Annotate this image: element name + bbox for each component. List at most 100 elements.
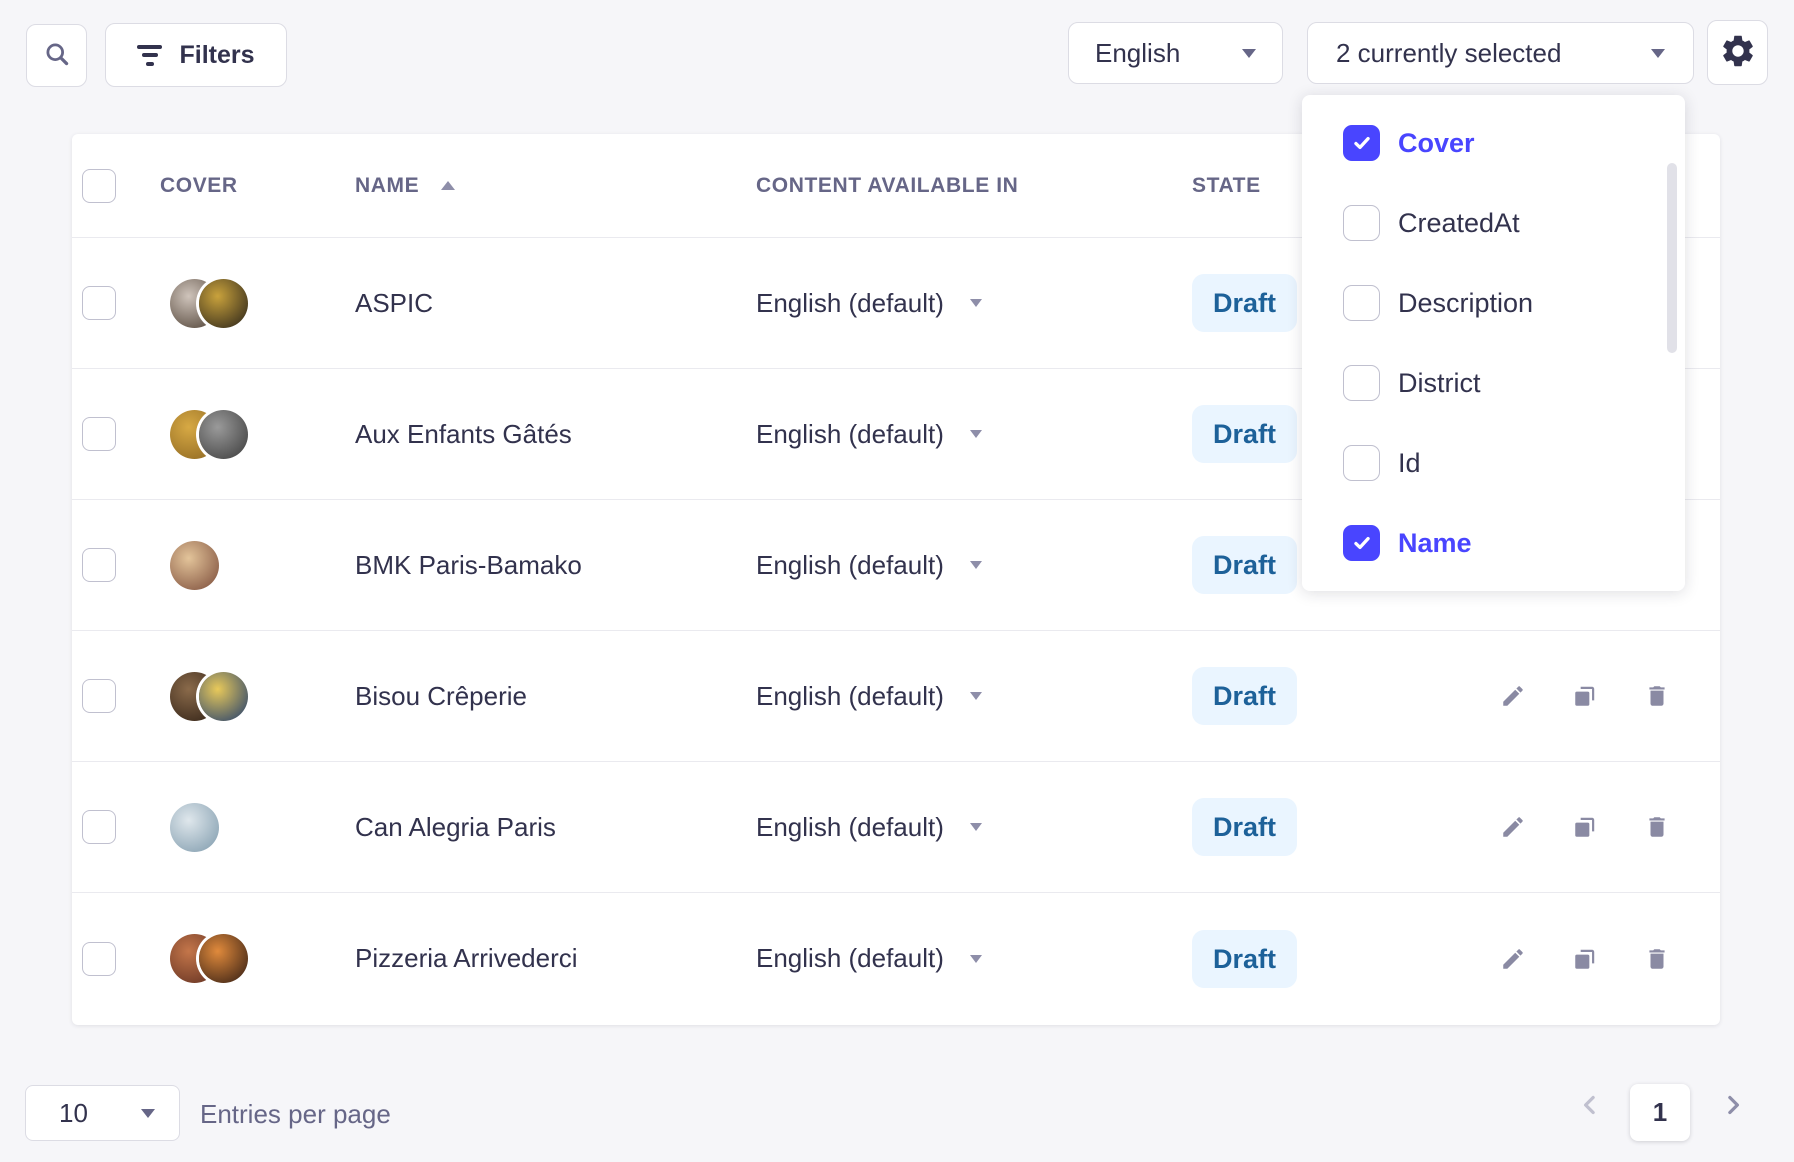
row-name: BMK Paris-Bamako [355, 550, 756, 581]
locale-dropdown[interactable]: English (default) [756, 812, 1192, 843]
duplicate-button[interactable] [1572, 946, 1598, 972]
header-cover: COVER [160, 174, 355, 198]
locale-dropdown[interactable]: English (default) [756, 943, 1192, 974]
column-option-description[interactable]: Description [1302, 263, 1685, 343]
page-size-value: 10 [59, 1098, 88, 1129]
chevron-down-icon [970, 823, 982, 831]
select-all-checkbox[interactable] [82, 169, 116, 203]
locale-value: English (default) [756, 943, 944, 974]
popover-scrollbar[interactable] [1667, 163, 1677, 353]
column-visibility-popover: Cover CreatedAt Description District Id … [1302, 95, 1685, 591]
locale-dropdown[interactable]: English (default) [756, 288, 1192, 319]
chevron-down-icon [1242, 49, 1256, 58]
row-checkbox[interactable] [82, 810, 116, 844]
previous-page-button[interactable] [1575, 1090, 1605, 1120]
row-checkbox[interactable] [82, 679, 116, 713]
row-checkbox[interactable] [82, 942, 116, 976]
cover-avatar [170, 541, 219, 590]
chevron-down-icon [970, 430, 982, 438]
gear-icon [1719, 32, 1757, 73]
column-visibility-select[interactable]: 2 currently selected [1307, 22, 1694, 84]
page-1-button[interactable]: 1 [1630, 1084, 1690, 1141]
locale-dropdown[interactable]: English (default) [756, 550, 1192, 581]
content-manager-list-view: Filters English 2 currently selected COV… [0, 0, 1794, 1162]
column-option-createdat[interactable]: CreatedAt [1302, 183, 1685, 263]
chevron-right-icon [1718, 1090, 1748, 1120]
edit-button[interactable] [1500, 814, 1526, 840]
column-option-name[interactable]: Name [1302, 503, 1685, 583]
checkbox-icon [1343, 205, 1380, 241]
column-option-label: District [1398, 368, 1481, 399]
checkbox-checked-icon [1343, 525, 1380, 561]
status-badge: Draft [1192, 930, 1297, 988]
cover-avatar [199, 672, 248, 721]
locale-value: English (default) [756, 419, 944, 450]
locale-dropdown[interactable]: English (default) [756, 681, 1192, 712]
cover-avatars [170, 541, 219, 590]
locale-select[interactable]: English [1068, 22, 1283, 84]
column-option-label: Id [1398, 448, 1421, 479]
edit-button[interactable] [1500, 946, 1526, 972]
cover-avatar [199, 279, 248, 328]
locale-dropdown[interactable]: English (default) [756, 419, 1192, 450]
chevron-down-icon [141, 1109, 155, 1118]
chevron-down-icon [970, 299, 982, 307]
entries-per-page-label: Entries per page [200, 1099, 391, 1130]
filters-button-label: Filters [179, 41, 254, 70]
search-button[interactable] [26, 24, 87, 87]
checkbox-icon [1343, 445, 1380, 481]
status-badge: Draft [1192, 274, 1297, 332]
status-badge: Draft [1192, 667, 1297, 725]
column-option-label: Description [1398, 288, 1533, 319]
chevron-down-icon [970, 561, 982, 569]
row-name: Aux Enfants Gâtés [355, 419, 756, 450]
column-option-label: Name [1398, 528, 1472, 559]
row-checkbox[interactable] [82, 286, 116, 320]
cover-avatars [170, 934, 248, 983]
table-row: Bisou Crêperie English (default) Draft [72, 631, 1720, 762]
search-icon [43, 40, 71, 71]
settings-button[interactable] [1707, 20, 1768, 85]
cover-avatar [199, 410, 248, 459]
cover-avatars [170, 279, 248, 328]
chevron-down-icon [1651, 49, 1665, 58]
header-name[interactable]: NAME [355, 174, 756, 198]
table-row: Pizzeria Arrivederci English (default) D… [72, 893, 1720, 1024]
filter-icon [137, 45, 162, 66]
row-name: Can Alegria Paris [355, 812, 756, 843]
table-row: Can Alegria Paris English (default) Draf… [72, 762, 1720, 893]
row-checkbox[interactable] [82, 548, 116, 582]
cover-avatar [170, 803, 219, 852]
delete-button[interactable] [1644, 683, 1670, 709]
row-name: Bisou Crêperie [355, 681, 756, 712]
locale-value: English (default) [756, 550, 944, 581]
duplicate-button[interactable] [1572, 683, 1598, 709]
sort-ascending-icon [441, 181, 455, 190]
row-name: Pizzeria Arrivederci [355, 943, 756, 974]
cover-avatars [170, 803, 219, 852]
next-page-button[interactable] [1718, 1090, 1748, 1120]
duplicate-button[interactable] [1572, 814, 1598, 840]
cover-avatar [199, 934, 248, 983]
column-option-label: CreatedAt [1398, 208, 1520, 239]
cover-avatars [170, 672, 248, 721]
column-option-cover[interactable]: Cover [1302, 103, 1685, 183]
row-checkbox[interactable] [82, 417, 116, 451]
column-option-district[interactable]: District [1302, 343, 1685, 423]
row-name: ASPIC [355, 288, 756, 319]
delete-button[interactable] [1644, 814, 1670, 840]
edit-button[interactable] [1500, 683, 1526, 709]
column-visibility-value: 2 currently selected [1336, 38, 1561, 69]
locale-value: English (default) [756, 288, 944, 319]
chevron-down-icon [970, 955, 982, 963]
column-option-id[interactable]: Id [1302, 423, 1685, 503]
page-size-select[interactable]: 10 [25, 1085, 180, 1141]
filters-button[interactable]: Filters [105, 23, 287, 87]
status-badge: Draft [1192, 536, 1297, 594]
locale-value: English (default) [756, 681, 944, 712]
delete-button[interactable] [1644, 946, 1670, 972]
status-badge: Draft [1192, 798, 1297, 856]
locale-select-value: English [1095, 38, 1180, 69]
checkbox-icon [1343, 365, 1380, 401]
status-badge: Draft [1192, 405, 1297, 463]
